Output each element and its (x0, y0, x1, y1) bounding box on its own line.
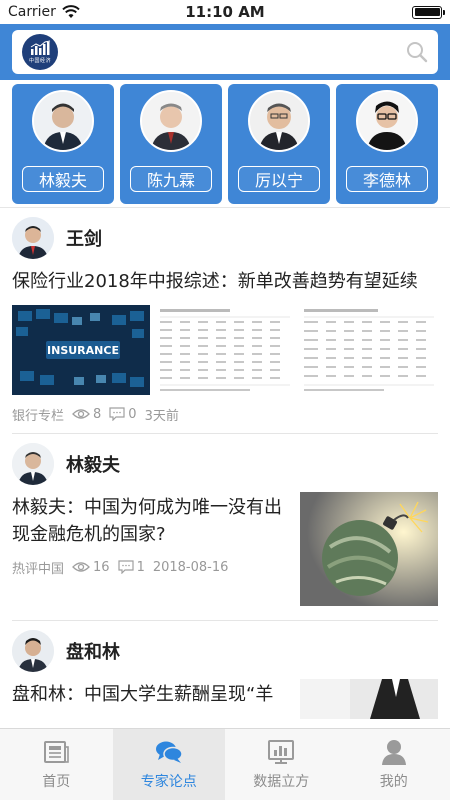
carrier-label: Carrier (8, 4, 56, 20)
comment-count: 0 (109, 406, 137, 422)
view-count: 8 (72, 407, 101, 422)
expert-card[interactable]: 陈九霖 (120, 84, 222, 204)
article-title[interactable]: 林毅夫：中国为何成为唯一没有出现金融危机的国家? (12, 494, 288, 548)
image-caption-text: INSURANCE (47, 344, 119, 357)
search-bar[interactable]: 中国经济 (12, 30, 438, 74)
author-row[interactable]: 王剑 (12, 208, 438, 268)
author-name[interactable]: 王剑 (66, 225, 102, 251)
bar-chart-icon (268, 739, 295, 764)
expert-photo (140, 90, 202, 152)
tab-expert-opinions[interactable]: 专家论点 (112, 729, 225, 800)
article-image (300, 492, 438, 606)
author-name[interactable]: 林毅夫 (66, 451, 120, 477)
expert-name-button[interactable]: 厉以宁 (238, 166, 320, 192)
expert-card[interactable]: 李德林 (336, 84, 438, 204)
article-source[interactable]: 银行专栏 (12, 405, 64, 424)
author-row[interactable]: 林毅夫 (12, 434, 438, 494)
view-count-value: 8 (93, 406, 102, 422)
article-title[interactable]: 盘和林：中国大学生薪酬呈现“羊 (12, 681, 288, 708)
wifi-icon (62, 5, 80, 18)
logo-text: 中国经济 (28, 58, 51, 64)
tab-label: 我的 (379, 773, 408, 790)
expert-card[interactable]: 林毅夫 (12, 84, 114, 204)
tab-label: 数据立方 (253, 773, 310, 790)
comment-count-value: 0 (128, 406, 137, 422)
article-time: 3天前 (144, 408, 179, 424)
expert-card[interactable]: 厉以宁 (228, 84, 330, 204)
article-card[interactable]: 王剑 保险行业2018年中报综述：新单改善趋势有望延续 INSURANCE 银行… (0, 208, 450, 429)
tab-mine[interactable]: 我的 (338, 729, 450, 800)
expert-photo (32, 90, 94, 152)
tab-data-cube[interactable]: 数据立方 (225, 729, 338, 800)
article-meta: 银行专栏 8 0 3天前 (12, 399, 438, 429)
article-card[interactable]: 盘和林 盘和林：中国大学生薪酬呈现“羊 (0, 621, 450, 719)
eye-icon (72, 409, 90, 419)
expert-photo (356, 90, 418, 152)
view-count: 16 (72, 560, 110, 575)
bottom-tab-bar: 首页 专家论点 数据立方 我的 (0, 728, 450, 800)
article-time: 2018-08-16 (152, 559, 229, 575)
battery-icon (412, 5, 445, 19)
view-count-value: 16 (93, 559, 110, 575)
newspaper-icon (44, 740, 70, 763)
comment-icon (109, 407, 125, 421)
article-image: INSURANCE (12, 305, 150, 395)
author-avatar[interactable] (12, 217, 54, 259)
article-card[interactable]: 林毅夫 林毅夫：中国为何成为唯一没有出现金融危机的国家? 热评中国 16 1 2… (0, 434, 450, 606)
tab-home[interactable]: 首页 (0, 729, 113, 800)
article-feed[interactable]: 王剑 保险行业2018年中报综述：新单改善趋势有望延续 INSURANCE 银行… (0, 208, 450, 728)
article-meta: 热评中国 16 1 2018-08-16 (12, 552, 288, 582)
expert-photo (248, 90, 310, 152)
comment-icon (117, 560, 134, 574)
author-row[interactable]: 盘和林 (12, 621, 438, 681)
article-source[interactable]: 热评中国 (12, 558, 64, 577)
comment-count-value: 1 (136, 559, 145, 575)
status-bar: Carrier 11:10 AM (0, 0, 450, 24)
expert-name-button[interactable]: 李德林 (346, 166, 428, 192)
chat-bubbles-icon (155, 741, 183, 763)
author-avatar[interactable] (12, 443, 54, 485)
article-image (300, 305, 438, 395)
user-icon (381, 739, 406, 765)
author-name[interactable]: 盘和林 (66, 638, 120, 664)
tab-label: 首页 (42, 773, 71, 790)
article-images: INSURANCE (12, 305, 438, 395)
expert-carousel: 林毅夫 陈九霖 厉以宁 李德林 (0, 80, 450, 208)
tab-label: 专家论点 (140, 773, 197, 790)
expert-name-button[interactable]: 陈九霖 (130, 166, 212, 192)
author-avatar[interactable] (12, 630, 54, 672)
eye-icon (72, 562, 90, 572)
article-title[interactable]: 保险行业2018年中报综述：新单改善趋势有望延续 (12, 268, 438, 295)
logo-chart-icon (30, 40, 51, 55)
app-logo: 中国经济 (22, 34, 58, 70)
comment-count: 1 (117, 559, 145, 575)
article-image (156, 305, 294, 395)
article-image (300, 679, 438, 719)
search-icon[interactable] (406, 41, 428, 63)
header-bar: 中国经济 (0, 24, 450, 80)
expert-name-button[interactable]: 林毅夫 (22, 166, 104, 192)
